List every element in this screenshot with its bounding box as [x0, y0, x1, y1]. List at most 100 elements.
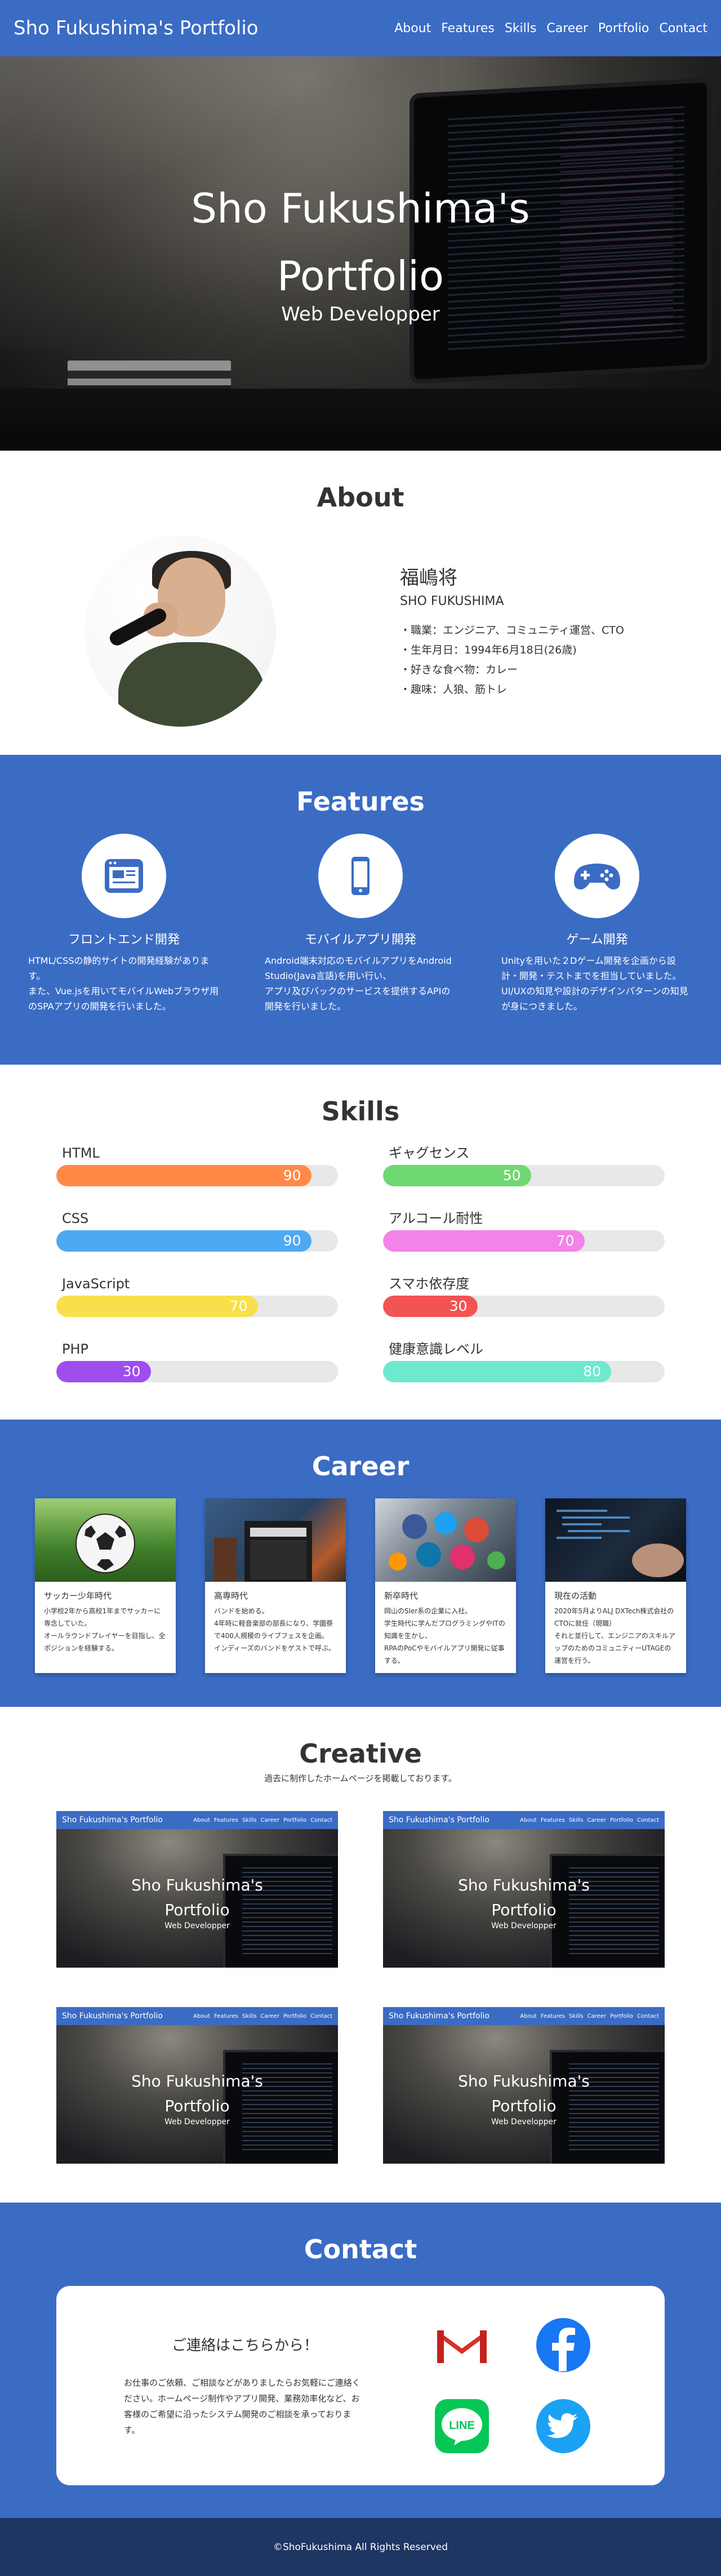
- portfolio-thumbnail[interactable]: Sho Fukushima's Portfolio About Features Sk…: [383, 2007, 665, 2164]
- skill-item: JavaScript 70: [56, 1274, 338, 1317]
- thumb-nav-item: Portfolio: [609, 2013, 634, 2019]
- skill-bar-track: 30: [56, 1361, 338, 1382]
- career-card-description: 2020年5月よりALJ DXTech株式会社のCTOに就任（現職） それと並行…: [554, 1607, 676, 1665]
- site-footer: ©ShoFukushima All Rights Reserved: [0, 2518, 721, 2576]
- thumb-header: Sho Fukushima's Portfolio About Features Sk…: [383, 1811, 665, 1829]
- career-card-description: バンドを始める。 4年時に軽音楽部の部長になり、学園祭で400人規模のライブフェ…: [214, 1607, 336, 1652]
- thumb-subtitle: Web Developper: [491, 1921, 557, 1930]
- thumb-nav: About Features Skills Career Portfolio Contac…: [193, 2013, 332, 2019]
- skill-value: 90: [283, 1233, 301, 1249]
- career-card-description: 岡山のSler系の企業に入社。 学生時代に学んだプログラミングやITの知識を生か…: [384, 1607, 505, 1665]
- thumb-nav-item: Features: [540, 2013, 565, 2019]
- career-card-title: サッカー少年時代: [44, 1591, 112, 1601]
- skill-value: 80: [583, 1363, 601, 1380]
- features-section: Features フロントエンド開発 HTML/CSSの静的サイトの開発経験があ…: [0, 755, 721, 1065]
- feature-title: フロントエンド開発: [68, 933, 180, 947]
- skill-name: スマホ依存度: [389, 1276, 470, 1292]
- thumb-header: Sho Fukushima's Portfolio About Features Sk…: [56, 1811, 338, 1829]
- thumb-nav-item: Portfolio: [283, 2013, 307, 2019]
- contact-description: お仕事のご依頼、ご相談などがありましたらお気軽にご連絡ください。ホームページ制作…: [124, 2377, 360, 2435]
- skill-name: PHP: [62, 1341, 88, 1357]
- skill-bar-track: 30: [383, 1296, 665, 1317]
- skill-bar-fill: 30: [383, 1296, 478, 1317]
- thumb-nav-item: Skills: [242, 2013, 257, 2019]
- feature-card: モバイルアプリ開発 Android端末対応のモバイルアプリをAndroid St…: [262, 834, 459, 1014]
- thumb-title: Sho Fukushima's Portfolio: [131, 1876, 263, 1919]
- portfolio-thumbnail[interactable]: Sho Fukushima's Portfolio About Features Sk…: [56, 2007, 338, 2164]
- skill-name: HTML: [62, 1145, 100, 1161]
- skill-name: JavaScript: [62, 1276, 130, 1292]
- site-header: Sho Fukushima's Portfolio About Features…: [0, 0, 721, 56]
- thumb-nav-item: About: [520, 2013, 537, 2019]
- gmail-icon[interactable]: [434, 2317, 490, 2373]
- nav-portfolio[interactable]: Portfolio: [598, 21, 649, 35]
- career-card-description: 小学校2年から高校1年までサッカーに専念していた。 オールラウンドプレイヤーを目…: [44, 1607, 166, 1652]
- skill-value: 70: [556, 1233, 575, 1249]
- feature-description: Unityを用いた２Dゲーム開発を企画から設計・開発・テストまでを担当していまし…: [501, 955, 688, 1012]
- career-section: Career サッカー少年時代 小学校2年から高校1年までサッカーに専念していた…: [0, 1420, 721, 1707]
- thumb-nav-item: Features: [213, 1817, 238, 1823]
- career-card-title: 高専時代: [214, 1591, 248, 1601]
- thumb-nav-item: Skills: [568, 1817, 584, 1823]
- avatar: [84, 535, 276, 727]
- twitter-icon[interactable]: [535, 2398, 591, 2454]
- gamepad-icon: [555, 834, 639, 918]
- thumb-nav-item: Contact: [310, 1817, 332, 1823]
- career-card-title: 新卒時代: [384, 1591, 419, 1601]
- skill-bar-fill: 70: [383, 1230, 585, 1252]
- thumb-nav-item: Career: [260, 2013, 279, 2019]
- line-icon[interactable]: LINE: [434, 2398, 490, 2454]
- social-media-image: [375, 1498, 516, 1582]
- nav-career[interactable]: Career: [546, 21, 588, 35]
- thumb-subtitle: Web Developper: [491, 2117, 557, 2126]
- thumb-subtitle: Web Developper: [164, 2117, 230, 2126]
- skill-value: 50: [502, 1167, 521, 1184]
- skill-bar-fill: 90: [56, 1165, 311, 1186]
- nav-features[interactable]: Features: [441, 21, 495, 35]
- thumb-subtitle: Web Developper: [164, 1921, 230, 1930]
- nav-contact[interactable]: Contact: [659, 21, 707, 35]
- thumb-logo: Sho Fukushima's Portfolio: [389, 1816, 489, 1825]
- career-card: 現在の活動 2020年5月よりALJ DXTech株式会社のCTOに就任（現職）…: [545, 1498, 686, 1673]
- contact-box: ご連絡はこちらから！ お仕事のご依頼、ご相談などがありましたらお気軽にご連絡くだ…: [56, 2286, 665, 2485]
- profile-name: 福嶋将: [400, 567, 457, 589]
- skill-bar-fill: 30: [56, 1361, 151, 1382]
- creative-title: Creative: [299, 1738, 422, 1769]
- skill-value: 30: [122, 1363, 141, 1380]
- skill-bar-fill: 70: [56, 1296, 258, 1317]
- thumb-nav-item: About: [193, 1817, 210, 1823]
- skill-bar-track: 70: [383, 1230, 665, 1252]
- feature-card: フロントエンド開発 HTML/CSSの静的サイトの開発経験があります。 また、V…: [25, 834, 222, 1014]
- skill-bar-track: 50: [383, 1165, 665, 1186]
- skill-item: ギャグセンス 50: [383, 1144, 665, 1186]
- portfolio-thumbnail[interactable]: Sho Fukushima's Portfolio About Features Sk…: [56, 1811, 338, 1968]
- guitar-amp-image: [205, 1498, 346, 1582]
- contact-title: Contact: [304, 2234, 417, 2264]
- thumb-nav-item: Features: [213, 2013, 238, 2019]
- nav-skills[interactable]: Skills: [505, 21, 537, 35]
- facebook-icon[interactable]: [535, 2317, 591, 2373]
- thumb-logo: Sho Fukushima's Portfolio: [389, 2012, 489, 2021]
- thumb-nav: About Features Skills Career Portfolio Contac…: [520, 2013, 659, 2019]
- career-card: サッカー少年時代 小学校2年から高校1年までサッカーに専念していた。 オールラウ…: [35, 1498, 176, 1673]
- thumb-nav-item: Career: [587, 2013, 606, 2019]
- profile-list: ・職業：エンジニア、コミュニティ運営、CTO ・生年月日：1994年6月18日(…: [400, 621, 624, 700]
- skill-name: CSS: [62, 1211, 89, 1226]
- site-logo[interactable]: Sho Fukushima's Portfolio: [14, 17, 259, 39]
- skill-name: 健康意識レベル: [389, 1341, 483, 1357]
- main-nav: About Features Skills Career Portfolio C…: [394, 21, 707, 35]
- skill-bar-fill: 90: [56, 1230, 311, 1252]
- skill-item: HTML 90: [56, 1144, 338, 1186]
- soccer-ball-image: [35, 1498, 176, 1582]
- thumb-nav-item: Features: [540, 1817, 565, 1823]
- portfolio-thumbnail[interactable]: Sho Fukushima's Portfolio About Features Sk…: [383, 1811, 665, 1968]
- profile-roman-name: SHO FUKUSHIMA: [400, 594, 504, 608]
- skill-bar-track: 70: [56, 1296, 338, 1317]
- features-title: Features: [296, 786, 425, 817]
- thumb-nav-item: Skills: [242, 1817, 257, 1823]
- browser-window-icon: [82, 834, 166, 918]
- thumb-nav-item: Contact: [637, 2013, 659, 2019]
- nav-about[interactable]: About: [394, 21, 431, 35]
- hero-section: Sho Fukushima's Portfolio Web Developper: [0, 0, 721, 451]
- svg-text:LINE: LINE: [449, 2419, 475, 2432]
